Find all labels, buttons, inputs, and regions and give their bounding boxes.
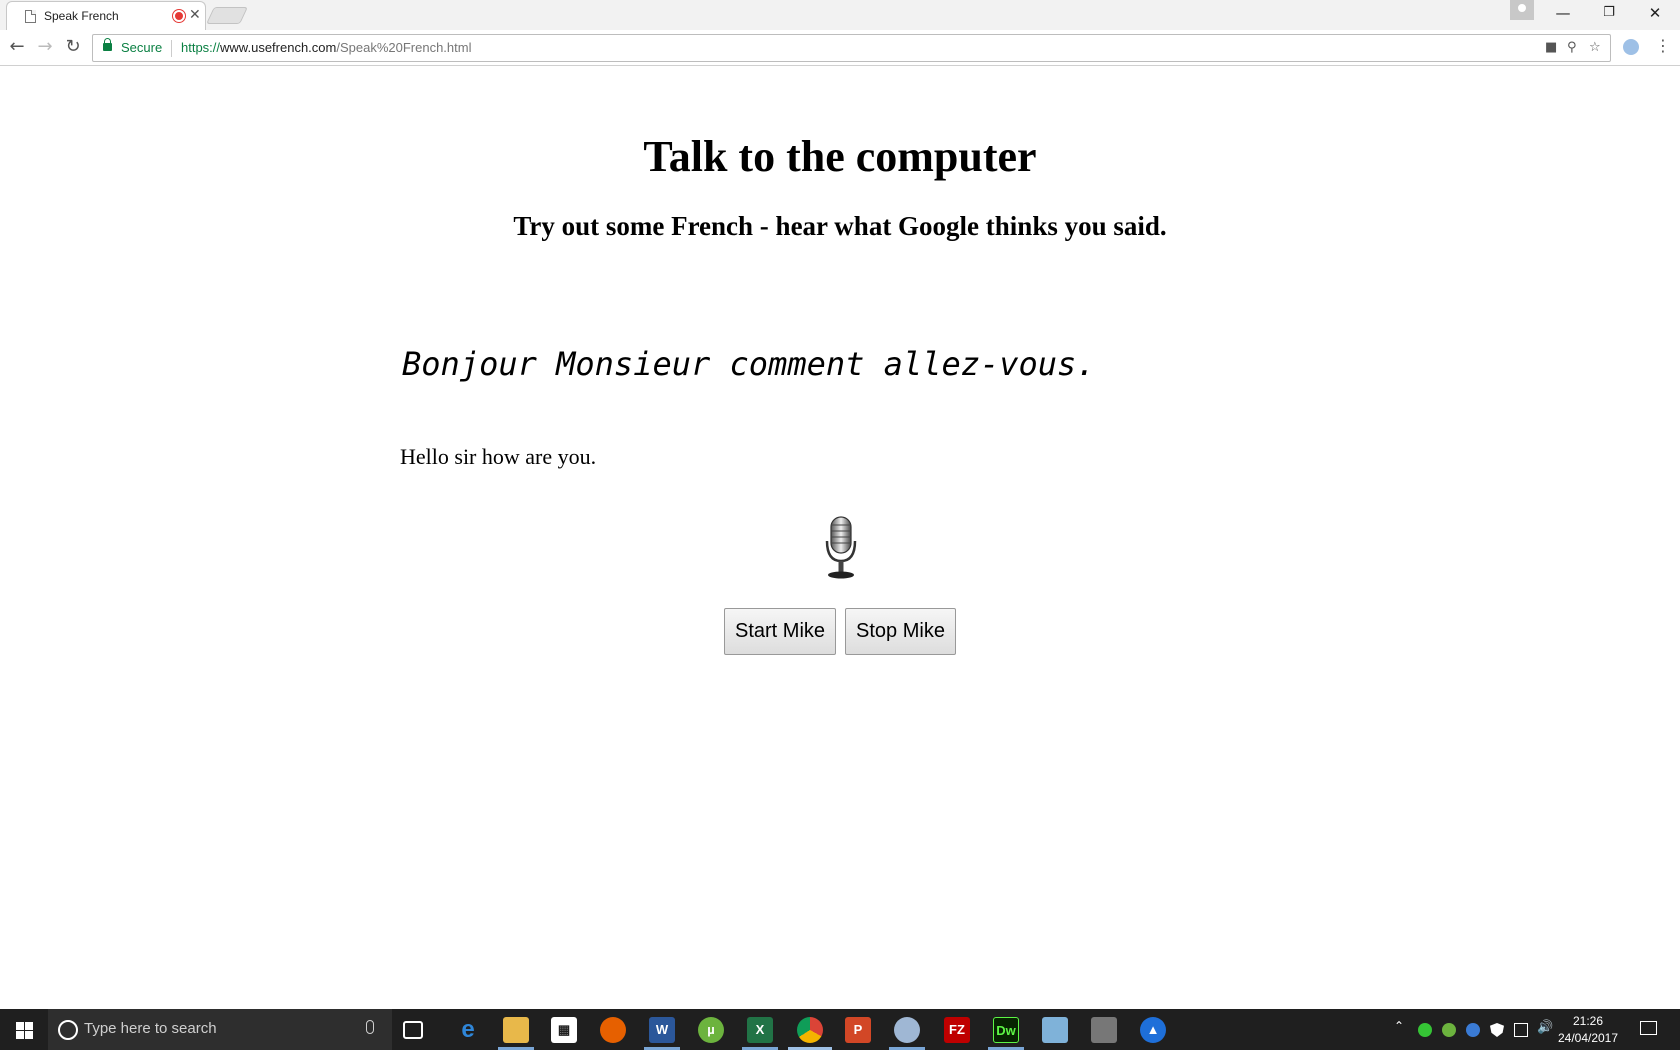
powerpoint-icon[interactable]: P bbox=[845, 1017, 871, 1043]
voice-search-icon[interactable] bbox=[366, 1020, 374, 1034]
volume-icon[interactable]: 🔊 bbox=[1537, 1020, 1553, 1035]
blue-tray-icon[interactable] bbox=[1466, 1023, 1480, 1037]
menu-icon[interactable]: ⋮ bbox=[1655, 36, 1671, 55]
microphone-icon bbox=[825, 516, 857, 579]
clock-time: 21:26 bbox=[1572, 1014, 1604, 1028]
url-text[interactable]: https://www.usefrench.com/Speak%20French… bbox=[181, 40, 471, 55]
zoom-icon[interactable]: ⚲ bbox=[1567, 40, 1577, 55]
start-button[interactable] bbox=[0, 1009, 48, 1050]
lock-icon bbox=[103, 38, 112, 51]
page-title: Talk to the computer bbox=[643, 132, 1037, 181]
back-button[interactable]: ← bbox=[5, 36, 29, 60]
browser-titlebar: Speak French ✕ — ❐ ✕ bbox=[0, 0, 1680, 30]
task-view-icon[interactable] bbox=[403, 1021, 423, 1039]
file-explorer-icon[interactable] bbox=[503, 1017, 529, 1043]
page-subtitle: Try out some French - hear what Google t… bbox=[513, 211, 1167, 241]
french-transcript: Bonjour Monsieur comment allez-vous. bbox=[402, 345, 1096, 383]
utorrent-icon[interactable]: µ bbox=[698, 1017, 724, 1043]
minimize-button[interactable]: — bbox=[1540, 0, 1586, 28]
extension-icon[interactable] bbox=[1623, 39, 1639, 55]
address-bar[interactable]: Secure https://www.usefrench.com/Speak%2… bbox=[92, 34, 1611, 62]
restore-button[interactable]: ❐ bbox=[1586, 0, 1632, 28]
cortana-icon bbox=[58, 1020, 78, 1040]
secure-label: Secure bbox=[121, 40, 163, 55]
app-icon[interactable]: ▲ bbox=[1140, 1017, 1166, 1043]
notepad-icon[interactable] bbox=[1042, 1017, 1068, 1043]
taskbar-clock[interactable]: 21:26 24/04/2017 bbox=[1552, 1013, 1624, 1047]
tool-icon[interactable] bbox=[1091, 1017, 1117, 1043]
start-mike-button[interactable]: Start Mike bbox=[724, 608, 836, 655]
page-content: Talk to the computer Try out some French… bbox=[0, 67, 1680, 1009]
filezilla-icon[interactable]: FZ bbox=[944, 1017, 970, 1043]
windows-taskbar: Type here to search e ▦ W µ X P FZ Dw ▲ … bbox=[0, 1009, 1680, 1050]
url-scheme: https:// bbox=[181, 40, 221, 55]
new-tab-button[interactable] bbox=[206, 7, 248, 24]
bookmark-star-icon[interactable]: ☆ bbox=[1589, 40, 1601, 55]
reload-button[interactable]: ↻ bbox=[61, 36, 85, 60]
word-icon[interactable]: W bbox=[649, 1017, 675, 1043]
url-host: www.usefrench.com bbox=[220, 40, 337, 55]
tab-speak-french[interactable]: Speak French ✕ bbox=[6, 1, 206, 30]
tab-close-icon[interactable]: ✕ bbox=[189, 7, 201, 23]
url-path: /Speak%20French.html bbox=[336, 40, 472, 55]
edge-icon[interactable]: e bbox=[455, 1017, 481, 1043]
green-tray-icon[interactable] bbox=[1418, 1023, 1432, 1037]
close-window-button[interactable]: ✕ bbox=[1632, 0, 1678, 28]
dreamweaver-icon[interactable]: Dw bbox=[993, 1017, 1019, 1043]
excel-icon[interactable]: X bbox=[747, 1017, 773, 1043]
camera-icon[interactable]: ■ bbox=[1545, 40, 1557, 55]
omnibox-separator bbox=[171, 40, 172, 57]
page-icon bbox=[25, 10, 36, 23]
tab-title: Speak French bbox=[44, 9, 119, 23]
english-translation: Hello sir how are you. bbox=[400, 444, 597, 469]
taskbar-search[interactable]: Type here to search bbox=[48, 1009, 392, 1050]
stop-mike-button[interactable]: Stop Mike bbox=[845, 608, 956, 655]
action-center-icon[interactable] bbox=[1640, 1021, 1657, 1035]
profile-icon[interactable] bbox=[1510, 0, 1534, 20]
firefox-icon[interactable] bbox=[600, 1017, 626, 1043]
forward-button[interactable]: → bbox=[33, 36, 57, 60]
search-placeholder: Type here to search bbox=[84, 1020, 217, 1037]
paint-icon[interactable] bbox=[894, 1017, 920, 1043]
clock-date: 24/04/2017 bbox=[1557, 1031, 1619, 1045]
network-icon[interactable] bbox=[1514, 1023, 1528, 1037]
chrome-icon[interactable] bbox=[797, 1017, 823, 1043]
shield-icon[interactable] bbox=[1490, 1023, 1504, 1037]
browser-toolbar: ← → ↻ Secure https://www.usefrench.com/S… bbox=[0, 30, 1680, 66]
utorrent-tray-icon[interactable] bbox=[1442, 1023, 1456, 1037]
store-icon[interactable]: ▦ bbox=[551, 1017, 577, 1043]
recording-icon bbox=[173, 10, 185, 22]
show-hidden-icons-icon[interactable]: ⌃ bbox=[1394, 1019, 1408, 1033]
